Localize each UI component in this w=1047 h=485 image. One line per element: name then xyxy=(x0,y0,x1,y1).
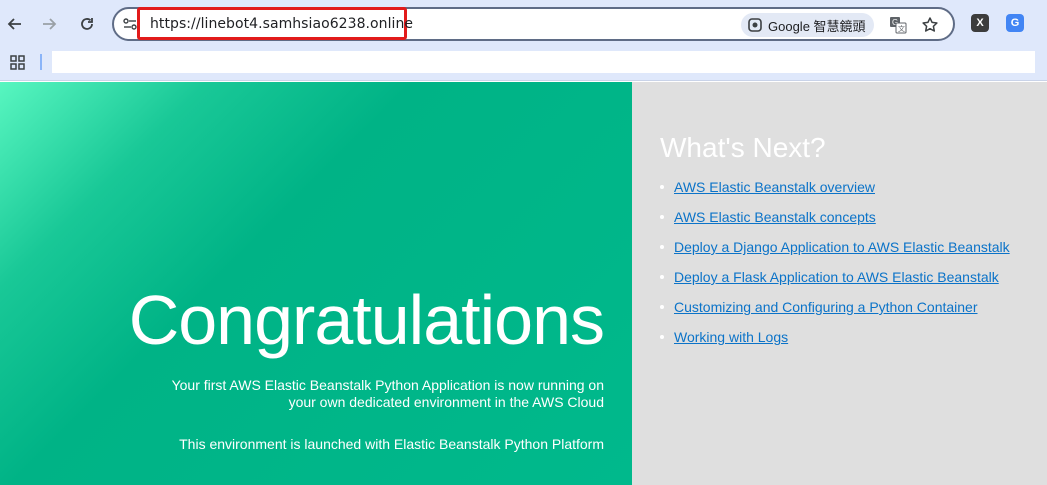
svg-text:文: 文 xyxy=(898,24,905,33)
list-item: AWS Elastic Beanstalk overview xyxy=(660,178,1010,208)
link-working-with-logs[interactable]: Working with Logs xyxy=(674,329,788,345)
page-content: Congratulations Your first AWS Elastic B… xyxy=(0,82,1047,485)
list-item: Working with Logs xyxy=(660,328,1010,358)
lens-icon xyxy=(748,18,762,32)
x-extension-label: X xyxy=(976,17,984,29)
url-text[interactable]: https://linebot4.samhsiao6238.online xyxy=(150,16,413,32)
x-extension-icon[interactable]: X xyxy=(971,14,989,32)
back-icon[interactable] xyxy=(4,13,26,35)
hero-description: Your first AWS Elastic Beanstalk Python … xyxy=(171,377,604,410)
link-deploy-django[interactable]: Deploy a Django Application to AWS Elast… xyxy=(674,239,1010,255)
forward-icon[interactable] xyxy=(38,13,60,35)
whats-next-title: What's Next? xyxy=(660,132,826,163)
reload-icon[interactable] xyxy=(76,13,98,35)
link-beanstalk-concepts[interactable]: AWS Elastic Beanstalk concepts xyxy=(674,209,876,225)
hero-panel: Congratulations Your first AWS Elastic B… xyxy=(0,82,632,485)
whats-next-links: AWS Elastic Beanstalk overview AWS Elast… xyxy=(660,178,1010,358)
site-info-icon[interactable] xyxy=(122,16,138,32)
translate-icon[interactable]: G文 xyxy=(888,15,908,35)
bookmarks-area xyxy=(52,51,1035,73)
bookmarks-separator xyxy=(40,54,42,70)
whats-next-panel: What's Next? AWS Elastic Beanstalk overv… xyxy=(632,82,1047,485)
google-lens-button[interactable]: Google 智慧鏡頭 xyxy=(741,13,874,37)
address-bar[interactable]: https://linebot4.samhsiao6238.online Goo… xyxy=(112,7,955,41)
apps-grid-icon[interactable] xyxy=(10,55,26,71)
link-deploy-flask[interactable]: Deploy a Flask Application to AWS Elasti… xyxy=(674,269,999,285)
link-beanstalk-overview[interactable]: AWS Elastic Beanstalk overview xyxy=(674,179,875,195)
lens-label: Google 智慧鏡頭 xyxy=(768,18,866,34)
bookmarks-bar xyxy=(0,47,1047,81)
google-translate-extension-label: G xyxy=(1010,17,1020,29)
link-python-container[interactable]: Customizing and Configuring a Python Con… xyxy=(674,299,978,315)
hero-title: Congratulations xyxy=(128,281,605,359)
bookmark-star-icon[interactable] xyxy=(920,15,940,35)
list-item: AWS Elastic Beanstalk concepts xyxy=(660,208,1010,238)
browser-toolbar: https://linebot4.samhsiao6238.online Goo… xyxy=(0,0,1047,47)
list-item: Deploy a Django Application to AWS Elast… xyxy=(660,238,1010,268)
list-item: Deploy a Flask Application to AWS Elasti… xyxy=(660,268,1010,298)
google-translate-extension-icon[interactable]: G xyxy=(1006,14,1024,32)
hero-platform-note: This environment is launched with Elasti… xyxy=(179,436,604,452)
list-item: Customizing and Configuring a Python Con… xyxy=(660,298,1010,328)
